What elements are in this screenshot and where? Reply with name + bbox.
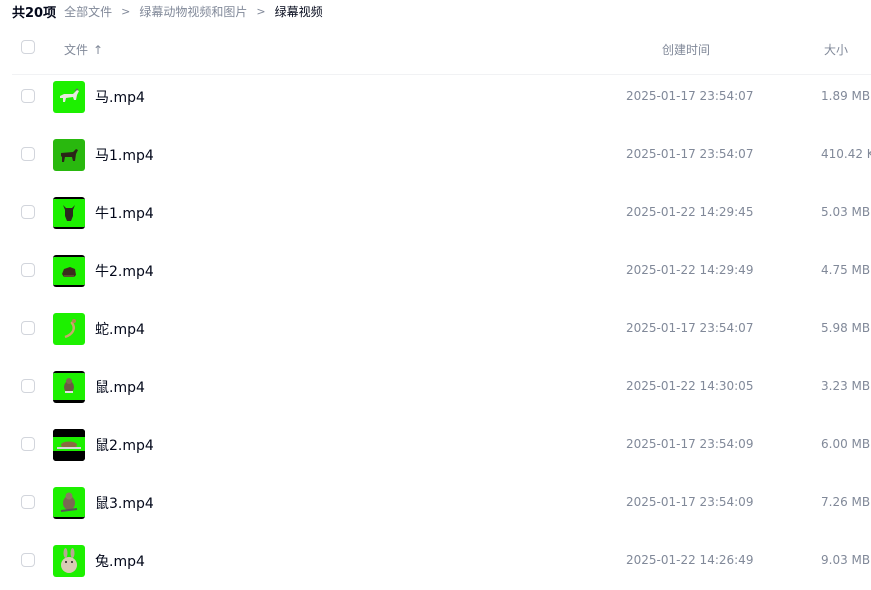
rat-thumbnail-icon (53, 371, 85, 403)
file-size: 5.03 MB (821, 205, 871, 219)
file-row[interactable]: 鼠3.mp4 2025-01-17 23:54:09 7.26 MB (12, 474, 871, 532)
file-created-time: 2025-01-17 23:54:09 (626, 437, 754, 451)
breadcrumb: 共20项 全部文件 > 绿幕动物视频和图片 > 绿幕视频 (12, 0, 323, 22)
rat-thumbnail-icon (53, 429, 85, 461)
file-created-time: 2025-01-22 14:30:05 (626, 379, 754, 393)
row-checkbox[interactable] (21, 495, 35, 509)
file-name[interactable]: 牛2.mp4 (95, 261, 154, 281)
select-all-checkbox[interactable] (21, 40, 35, 54)
file-size: 3.23 MB (821, 379, 871, 393)
file-row[interactable]: 马1.mp4 2025-01-17 23:54:07 410.42 KB (12, 126, 871, 184)
file-size: 4.75 MB (821, 263, 871, 277)
file-created-time: 2025-01-17 23:54:07 (626, 89, 754, 103)
file-name[interactable]: 马.mp4 (95, 87, 145, 107)
file-name[interactable]: 牛1.mp4 (95, 203, 154, 223)
column-header-size[interactable]: 大小 (824, 41, 848, 58)
breadcrumb-item-parent-folder[interactable]: 绿幕动物视频和图片 (139, 3, 247, 20)
breadcrumb-separator-icon: > (121, 4, 131, 18)
row-checkbox[interactable] (21, 379, 35, 393)
row-checkbox[interactable] (21, 321, 35, 335)
breadcrumb-item-all-files[interactable]: 全部文件 (64, 3, 112, 20)
file-created-time: 2025-01-17 23:54:07 (626, 147, 754, 161)
rabbit-thumbnail-icon (53, 545, 85, 577)
file-row[interactable]: 鼠2.mp4 2025-01-17 23:54:09 6.00 MB (12, 416, 871, 474)
column-header-name-label: 文件 (64, 43, 89, 57)
file-size: 9.03 MB (821, 553, 871, 567)
breadcrumb-item-current-folder: 绿幕视频 (274, 4, 323, 19)
snake-thumbnail-icon (53, 313, 85, 345)
file-size: 6.00 MB (821, 437, 871, 451)
file-name[interactable]: 兔.mp4 (95, 551, 145, 571)
file-created-time: 2025-01-22 14:29:49 (626, 263, 754, 277)
cow-thumbnail-icon (53, 197, 85, 229)
row-checkbox[interactable] (21, 263, 35, 277)
file-list: 马.mp4 2025-01-17 23:54:07 1.89 MB 马1.mp4… (12, 68, 871, 590)
row-checkbox[interactable] (21, 205, 35, 219)
file-row[interactable]: 牛1.mp4 2025-01-22 14:29:45 5.03 MB (12, 184, 871, 242)
horse-thumbnail-icon (53, 81, 85, 113)
file-name[interactable]: 马1.mp4 (95, 145, 154, 165)
cow-thumbnail-icon (53, 255, 85, 287)
file-size: 7.26 MB (821, 495, 871, 509)
file-created-time: 2025-01-17 23:54:09 (626, 495, 754, 509)
file-name[interactable]: 蛇.mp4 (95, 319, 145, 339)
sort-ascending-icon: ↑ (93, 42, 104, 57)
file-created-time: 2025-01-22 14:26:49 (626, 553, 754, 567)
row-checkbox[interactable] (21, 437, 35, 451)
file-name[interactable]: 鼠.mp4 (95, 377, 145, 397)
rat-thumbnail-icon (53, 487, 85, 519)
file-created-time: 2025-01-17 23:54:07 (626, 321, 754, 335)
file-name[interactable]: 鼠3.mp4 (95, 493, 154, 513)
row-checkbox[interactable] (21, 553, 35, 567)
file-row[interactable]: 鼠.mp4 2025-01-22 14:30:05 3.23 MB (12, 358, 871, 416)
file-size: 1.89 MB (821, 89, 871, 103)
file-row[interactable]: 牛2.mp4 2025-01-22 14:29:49 4.75 MB (12, 242, 871, 300)
column-header-name[interactable]: 文件 ↑ (64, 41, 103, 58)
horse-thumbnail-icon (53, 139, 85, 171)
file-size: 410.42 KB (821, 147, 871, 161)
file-row[interactable]: 马.mp4 2025-01-17 23:54:07 1.89 MB (12, 68, 871, 126)
file-size: 5.98 MB (821, 321, 871, 335)
file-row[interactable]: 蛇.mp4 2025-01-17 23:54:07 5.98 MB (12, 300, 871, 358)
column-header-created-time[interactable]: 创建时间 (662, 41, 710, 58)
item-count: 共20项 (12, 5, 57, 21)
file-created-time: 2025-01-22 14:29:45 (626, 205, 754, 219)
row-checkbox[interactable] (21, 89, 35, 103)
file-row[interactable]: 兔.mp4 2025-01-22 14:26:49 9.03 MB (12, 532, 871, 590)
file-name[interactable]: 鼠2.mp4 (95, 435, 154, 455)
row-checkbox[interactable] (21, 147, 35, 161)
breadcrumb-separator-icon: > (256, 4, 266, 18)
